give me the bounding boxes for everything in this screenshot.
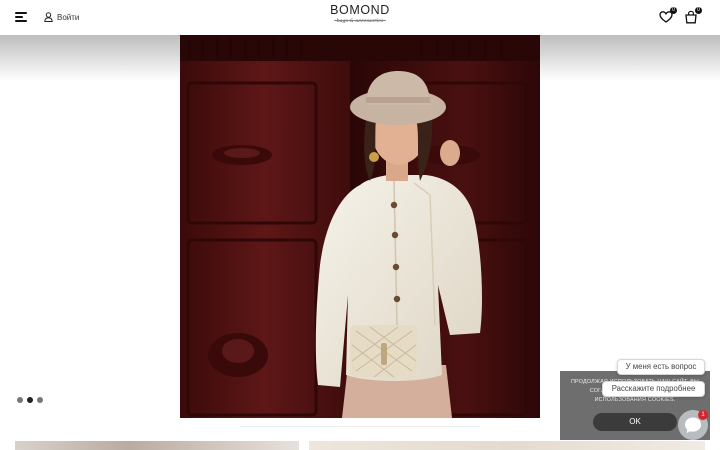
login-link[interactable]: Войти [44, 11, 79, 23]
slider-dot-2[interactable] [27, 397, 33, 403]
slider-dots [17, 397, 43, 403]
favorites-button[interactable]: 0 [659, 7, 677, 24]
hero-divider [240, 426, 480, 427]
logo-title: BOMOND [330, 3, 390, 17]
hero-photo-illustration [180, 35, 540, 418]
menu-icon[interactable] [15, 12, 27, 22]
user-icon [44, 12, 53, 22]
chat-quick-reply-question[interactable]: У меня есть вопрос [617, 359, 705, 375]
page: Войти BOMOND bags & accessories 0 0 ПРОД… [0, 0, 720, 450]
slider-dot-3[interactable] [37, 397, 43, 403]
slider-dot-1[interactable] [17, 397, 23, 403]
category-tile-left[interactable] [15, 441, 299, 450]
chat-quick-reply-details[interactable]: Расскажите подробнее [602, 381, 705, 397]
brand-logo[interactable]: BOMOND bags & accessories [320, 3, 400, 33]
cookie-ok-button[interactable]: OK [593, 413, 677, 431]
logo-divider [334, 20, 386, 21]
cart-button[interactable]: 0 [684, 7, 702, 24]
hero-slide-image[interactable] [180, 35, 540, 418]
chat-unread-badge: 1 [698, 410, 708, 420]
category-tile-right[interactable] [309, 441, 705, 450]
site-header: Войти BOMOND bags & accessories 0 0 [0, 0, 720, 35]
login-label: Войти [57, 12, 80, 22]
favorites-count-badge: 0 [670, 7, 677, 14]
cart-count-badge: 0 [695, 7, 702, 14]
